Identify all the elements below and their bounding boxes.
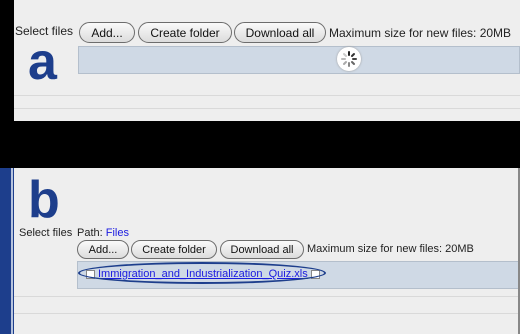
- create-folder-button[interactable]: Create folder: [131, 240, 217, 259]
- panel-a: Select files Add... Create folder Downlo…: [14, 0, 520, 121]
- download-all-button[interactable]: Download all: [234, 22, 326, 43]
- download-all-button[interactable]: Download all: [220, 240, 304, 259]
- figure-label-a: a: [28, 33, 57, 91]
- divider: [14, 313, 520, 314]
- highlight-ellipse: [78, 262, 326, 284]
- create-folder-button[interactable]: Create folder: [138, 22, 232, 43]
- file-drop-zone[interactable]: [78, 46, 520, 74]
- add-button[interactable]: Add...: [77, 240, 129, 259]
- add-button[interactable]: Add...: [79, 22, 135, 43]
- loading-spinner-icon: [337, 47, 361, 71]
- divider: [14, 296, 520, 297]
- path-breadcrumb: Path: Files: [77, 227, 129, 239]
- left-accent-strip: [0, 168, 14, 334]
- path-label: Path:: [77, 227, 103, 239]
- max-size-label: Maximum size for new files: 20MB: [307, 243, 474, 255]
- figure-label-b: b: [28, 171, 60, 229]
- max-size-label: Maximum size for new files: 20MB: [329, 26, 512, 40]
- divider: [14, 95, 520, 96]
- divider: [14, 108, 520, 109]
- panel-b: b Select files Path: Files Add... Create…: [14, 168, 520, 334]
- select-files-label: Select files: [19, 227, 73, 239]
- path-link-files[interactable]: Files: [106, 227, 129, 239]
